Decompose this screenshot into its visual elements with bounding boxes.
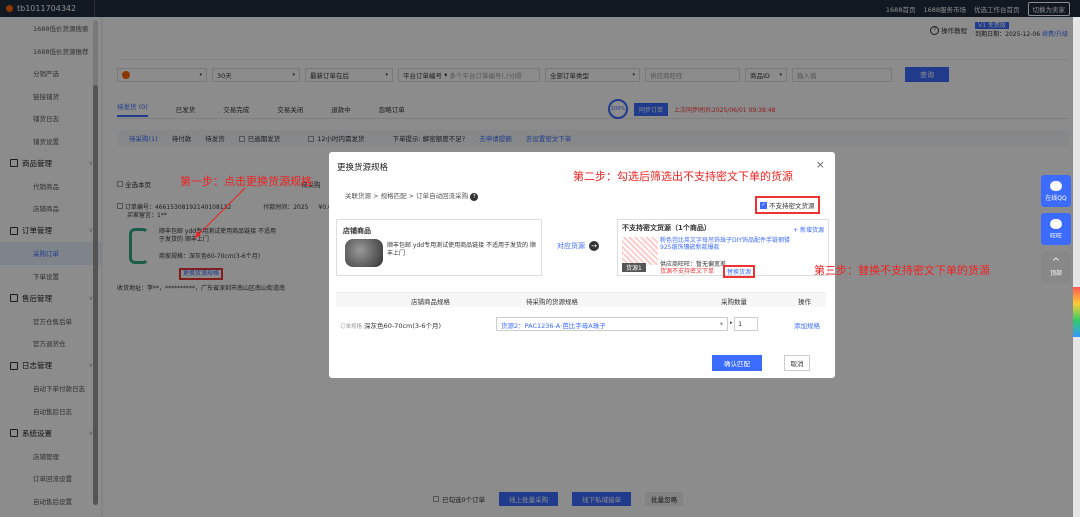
close-icon[interactable]: × [816, 158, 825, 171]
page-scrollbar[interactable] [1073, 17, 1080, 517]
help-icon[interactable]: ? [470, 193, 479, 201]
source-spec-select[interactable]: 货源2：PAC1236-A·芭比字母A珠子 ▾ [496, 317, 728, 331]
table-header: 店铺商品规格 待采购的货源规格 采购数量 操作 [336, 293, 826, 307]
wangwang-icon [1050, 218, 1062, 229]
modal-breadcrumb: 关联货源 > 规格匹配 > 订单自动回流采购 ? [345, 190, 479, 201]
add-source-link[interactable]: + 新增货源 [793, 225, 824, 234]
source-description[interactable]: 粉色芭比英文字母吊饰珠子DIY饰品配件手链钢镂925银饰镶嵌新款爆款 [660, 237, 800, 251]
shop-product-text: 顺丰包邮 ydd专用测试使用商品链接 不适用于发货的 顺丰上门 [387, 242, 536, 257]
modal-title: 更换货源规格 [337, 163, 389, 173]
cancel-button[interactable]: 取消 [784, 355, 810, 371]
chevron-up-icon: ^ [1051, 257, 1061, 268]
annotation-step2: 第二步：勾选后筛选出不支持密文下单的货源 [573, 170, 793, 183]
source-card: 不支持密文货源（1个商品） + 新增货源 粉色芭比英文字母吊饰珠子DIY饰品配件… [617, 219, 829, 278]
source-image [622, 237, 658, 265]
side-plugin-bar[interactable] [1073, 287, 1080, 337]
source-tag: 货源1 [622, 263, 646, 272]
qq-icon [1050, 180, 1062, 191]
annotation-step3: 第三步：替换不支持密文下单的货源 [814, 264, 990, 277]
change-source-modal: 更换货源规格 × 关联货源 > 规格匹配 > 订单自动回流采购 ? ✓ 不支持密文… [329, 152, 835, 378]
shop-product-title: 店铺商品 [343, 227, 371, 235]
annotation-step1: 第一步：点击更换货源规格 [180, 175, 312, 188]
quantity-arrow-icon[interactable]: ▸ [730, 320, 733, 326]
chevron-down-icon: ▾ [719, 320, 723, 328]
wangwang-button[interactable]: 旺旺 [1041, 213, 1071, 245]
source-warning: 货源不支持密文下单 [660, 268, 715, 275]
shop-product-image [345, 239, 383, 267]
source-title: 不支持密文货源（1个商品） [622, 224, 711, 232]
replace-source-button[interactable]: 替换货源 [723, 265, 756, 278]
arrow-right-icon: → [589, 241, 599, 251]
spec-table: 店铺商品规格 待采购的货源规格 采购数量 操作 订单规格 深灰色60-70cm(… [336, 292, 826, 342]
right-float-tools: 在线QQ 旺旺 ^ 顶部 [1041, 175, 1071, 289]
qq-online-button[interactable]: 在线QQ [1041, 175, 1071, 207]
shop-spec: 订单规格 深灰色60-70cm(3-6个月) [340, 322, 442, 330]
quantity-input[interactable]: 1 [734, 317, 758, 331]
add-spec-link[interactable]: 添加规格 [794, 320, 820, 330]
confirm-match-button[interactable]: 确认匹配 [712, 355, 762, 371]
shop-product-card: 店铺商品 顺丰包邮 ydd专用测试使用商品链接 不适用于发货的 顺丰上门 [336, 219, 542, 276]
checkmark-icon: ✓ [760, 201, 767, 209]
match-source: 对应货源 → [557, 241, 599, 251]
back-to-top-button[interactable]: ^ 顶部 [1041, 251, 1071, 283]
filter-non-cipher-checkbox[interactable]: ✓ 不支持密文货源 [755, 196, 820, 214]
table-row: 订单规格 深灰色60-70cm(3-6个月) 货源2：PAC1236-A·芭比字… [336, 312, 826, 337]
